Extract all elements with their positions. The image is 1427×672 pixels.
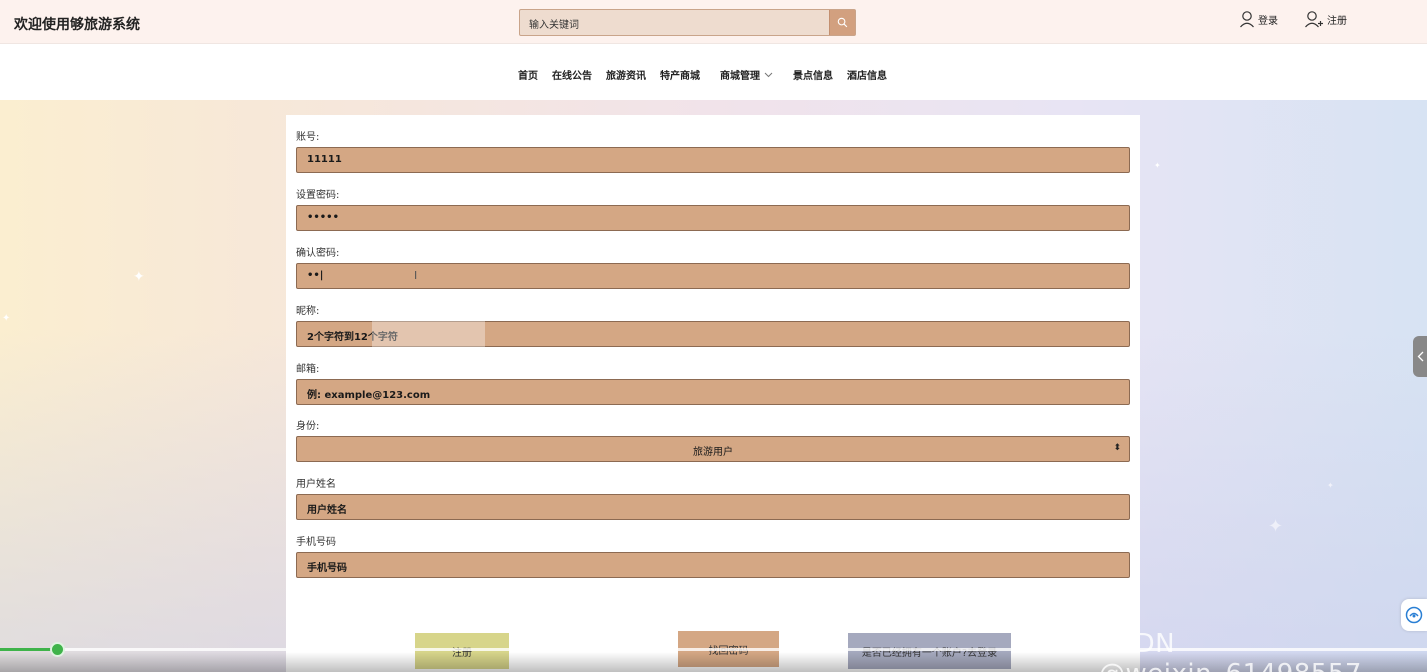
- search-box[interactable]: 输入关键词: [519, 9, 856, 36]
- watermark: CSDN @weixin_61498557: [1099, 629, 1361, 672]
- register-link[interactable]: 注册: [1304, 10, 1347, 28]
- side-collapse-tab[interactable]: [1413, 336, 1427, 377]
- field-label: 设置密码:: [296, 190, 340, 201]
- field-label: 身份:: [296, 421, 320, 432]
- user-add-icon: [1305, 11, 1323, 28]
- nav-hotels[interactable]: 酒店信息: [847, 67, 887, 82]
- nav-home[interactable]: 首页: [518, 67, 538, 82]
- field-label: 手机号码: [296, 537, 336, 548]
- login-label[interactable]: 登录: [1258, 12, 1278, 27]
- phone-placeholder: 手机号码: [307, 563, 347, 574]
- nav-travel-news[interactable]: 旅游资讯: [606, 67, 646, 82]
- identity-select[interactable]: 旅游用户 ⬍: [296, 436, 1130, 462]
- side-help-button[interactable]: [1401, 599, 1427, 631]
- star-decoration: ✦: [1327, 481, 1334, 490]
- nav-announcements[interactable]: 在线公告: [552, 67, 592, 82]
- identity-selected: 旅游用户: [693, 447, 733, 458]
- star-decoration: ✦: [2, 313, 11, 324]
- nav-scenic-spots[interactable]: 景点信息: [793, 67, 833, 82]
- assistant-icon: [1405, 606, 1423, 624]
- register-form: 账号: 11111 设置密码: ••••• 确认密码: ••| I 昵称: 2个…: [286, 115, 1140, 672]
- account-input[interactable]: 11111: [296, 147, 1130, 173]
- real-name-placeholder: 用户姓名: [307, 505, 347, 516]
- nav-mall-management-label: 商城管理: [720, 71, 760, 82]
- user-icon: [1240, 11, 1254, 28]
- field-label: 用户姓名: [296, 479, 336, 490]
- field-label: 邮箱:: [296, 364, 320, 375]
- nav-specialty-mall[interactable]: 特产商城: [660, 67, 700, 82]
- confirm-password-value: ••|: [307, 270, 324, 281]
- site-title: 欢迎使用够旅游系统: [14, 17, 140, 33]
- star-decoration: ✦: [1268, 516, 1284, 537]
- nav-mall-management[interactable]: 商城管理: [720, 67, 773, 82]
- email-input[interactable]: 例: example@123.com: [296, 379, 1130, 405]
- text-cursor-icon: I: [414, 269, 418, 282]
- register-label[interactable]: 注册: [1327, 12, 1347, 27]
- search-button[interactable]: [829, 10, 855, 35]
- confirm-password-input[interactable]: ••| I: [296, 263, 1130, 289]
- video-progress-knob[interactable]: [50, 642, 65, 657]
- autofill-popup-ghost: [372, 310, 485, 374]
- star-decoration: ✦: [1154, 161, 1161, 170]
- main-nav: 首页 在线公告 旅游资讯 特产商城 商城管理 景点信息 酒店信息: [0, 45, 1427, 100]
- select-caret-icon: ⬍: [1113, 443, 1121, 453]
- field-label: 账号:: [296, 132, 320, 143]
- field-label: 昵称:: [296, 306, 320, 317]
- email-placeholder: 例: example@123.com: [307, 390, 431, 401]
- search-input[interactable]: 输入关键词: [529, 16, 579, 31]
- search-icon: [837, 17, 848, 28]
- login-link[interactable]: 登录: [1239, 10, 1278, 28]
- chevron-left-icon: [1417, 351, 1423, 362]
- password-value: •••••: [307, 212, 339, 223]
- star-decoration: ✦: [133, 269, 145, 285]
- password-input[interactable]: •••••: [296, 205, 1130, 231]
- real-name-input[interactable]: 用户姓名: [296, 494, 1130, 520]
- video-progress-fill: [0, 648, 57, 651]
- field-label: 确认密码:: [296, 248, 340, 259]
- top-header: 欢迎使用够旅游系统 输入关键词 登录 注册: [0, 0, 1427, 44]
- account-value: 11111: [307, 154, 342, 165]
- chevron-down-icon: [764, 72, 773, 77]
- phone-input[interactable]: 手机号码: [296, 552, 1130, 578]
